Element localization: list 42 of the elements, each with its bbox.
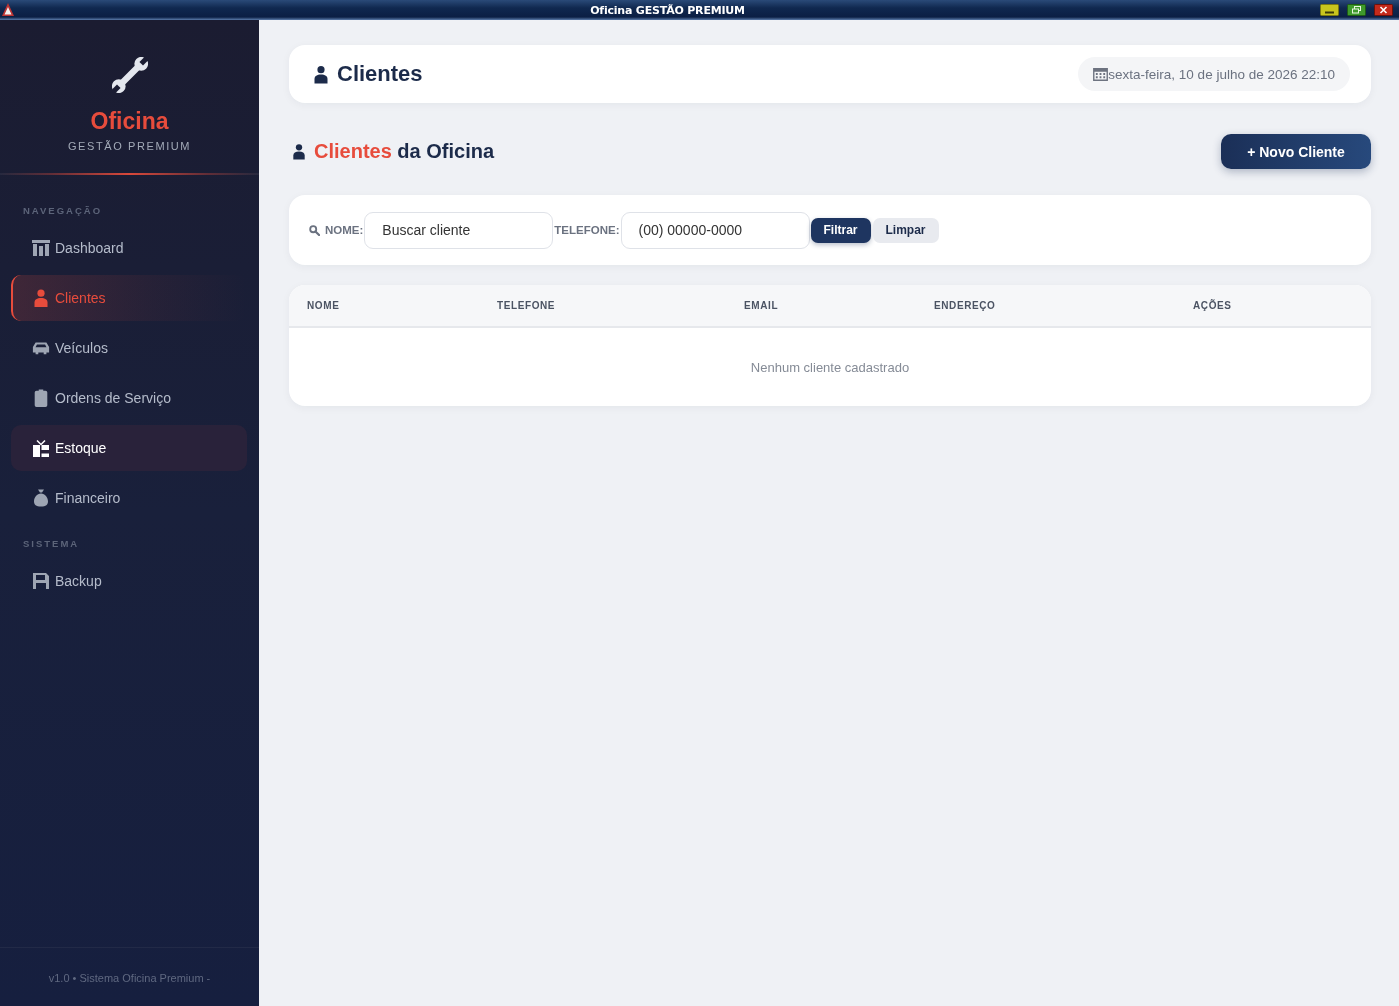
field-label: TELEFONE: <box>554 224 620 236</box>
minimize-icon[interactable] <box>1320 4 1339 16</box>
section-title: Clientes da Oficina <box>314 140 495 163</box>
brand-name: Oficina <box>90 107 169 135</box>
restore-icon[interactable] <box>1347 4 1366 16</box>
name-search-field[interactable]: Buscar cliente <box>364 211 554 249</box>
phone-field[interactable]: (00) 00000-0000 <box>620 211 810 249</box>
column-header: AÇÕES <box>1193 300 1232 311</box>
search-icon <box>309 224 320 236</box>
version-text: v1.0 • Sistema Oficina Premium - <box>48 972 211 984</box>
wrench-icon <box>111 57 148 93</box>
field-label: NOME: <box>325 224 364 236</box>
nav-section-label: SISTEMA <box>23 537 81 551</box>
column-header: NOME <box>307 300 340 311</box>
sidebar-item[interactable]: Financeiro <box>11 475 247 521</box>
sidebar-item[interactable]: Veículos <box>11 325 247 371</box>
nav-section-label: NAVEGAÇÃO <box>23 204 104 218</box>
sidebar-item[interactable]: Backup <box>11 558 247 604</box>
close-icon[interactable] <box>1374 4 1393 16</box>
calendar-icon <box>1093 67 1109 81</box>
person-icon <box>32 289 50 307</box>
person-icon <box>292 143 306 160</box>
person-icon <box>313 64 329 84</box>
brand-tagline: GESTÃO PREMIUM <box>67 139 192 154</box>
column-header: ENDEREÇO <box>934 300 996 311</box>
sidebar-item[interactable]: Dashboard <box>11 225 247 271</box>
sidebar-item[interactable]: Estoque <box>11 425 247 471</box>
column-header: TELEFONE <box>497 300 556 311</box>
gift-icon <box>32 439 50 457</box>
empty-message: Nenhum cliente cadastrado <box>750 359 910 375</box>
money-bag-icon <box>32 489 50 507</box>
sidebar-item[interactable]: Ordens de Serviço <box>11 375 247 421</box>
bar-chart-icon <box>32 239 50 257</box>
window-title: Oficina GESTÃO PREMIUM <box>589 3 746 17</box>
column-header: EMAIL <box>744 300 779 311</box>
app-icon <box>1 2 15 18</box>
page-title: Clientes <box>337 61 423 87</box>
clear-button[interactable]: Limpar <box>872 217 939 243</box>
clipboard-icon <box>32 389 50 407</box>
new-client-button[interactable]: + Novo Cliente <box>1221 134 1371 169</box>
date-text: sexta-feira, 10 de julho de 2026 22:10 <box>1108 66 1335 82</box>
filter-button[interactable]: Filtrar <box>810 217 871 243</box>
